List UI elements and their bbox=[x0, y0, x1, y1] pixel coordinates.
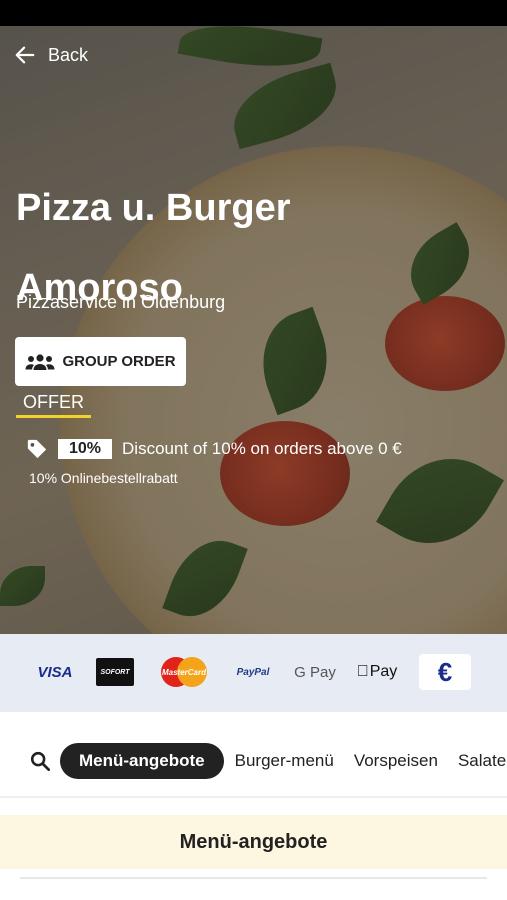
status-bar bbox=[0, 0, 507, 26]
tab-menu-angebote[interactable]: Menü-angebote bbox=[60, 743, 224, 779]
hero-banner bbox=[0, 26, 507, 634]
svg-text:MasterCard: MasterCard bbox=[162, 668, 207, 677]
divider bbox=[20, 877, 487, 879]
google-pay-logo: G Pay bbox=[294, 663, 336, 681]
category-bar: Menü-angebote Burger-menü Vorspeisen Sal… bbox=[0, 712, 507, 798]
back-button[interactable]: Back bbox=[14, 44, 88, 66]
search-icon[interactable] bbox=[29, 750, 51, 772]
paypal-logo: PayPal bbox=[236, 666, 270, 678]
category-tabs: Menü-angebote Burger-menü Vorspeisen Sal… bbox=[60, 743, 507, 779]
cash-euro-logo: € bbox=[419, 654, 471, 690]
apple-icon:  bbox=[357, 663, 369, 681]
discount-percent-badge: 10% bbox=[58, 439, 113, 459]
discount-subtext: 10% Onlinebestellrabatt bbox=[29, 470, 178, 486]
restaurant-subtitle: Pizzaservice in Oldenburg bbox=[16, 292, 226, 312]
apple-pay-logo: Pay bbox=[355, 656, 399, 688]
price-tag-icon bbox=[27, 439, 47, 459]
sofort-logo: SOFORT bbox=[96, 658, 134, 686]
visa-logo: VISA bbox=[37, 663, 73, 681]
mastercard-logo: MasterCard bbox=[158, 656, 210, 688]
payment-methods-bar: VISA SOFORT MasterCard PayPal G Pay Pay… bbox=[0, 634, 507, 712]
discount-description: Discount of 10% on orders above 0 € bbox=[122, 439, 402, 458]
offer-label: OFFER bbox=[16, 392, 91, 418]
section-title: Menü-angebote bbox=[0, 815, 507, 869]
tab-salate[interactable]: Salate bbox=[448, 743, 507, 779]
tab-burger-menu[interactable]: Burger-menü bbox=[225, 743, 344, 779]
group-icon bbox=[25, 353, 55, 370]
group-order-button[interactable]: GROUP ORDER bbox=[15, 337, 186, 386]
tab-vorspeisen[interactable]: Vorspeisen bbox=[344, 743, 448, 779]
group-order-label: GROUP ORDER bbox=[62, 353, 176, 370]
back-label: Back bbox=[48, 44, 89, 65]
discount-row: 10% Discount of 10% on orders above 0 € bbox=[26, 438, 402, 460]
arrow-left-icon bbox=[15, 46, 35, 64]
